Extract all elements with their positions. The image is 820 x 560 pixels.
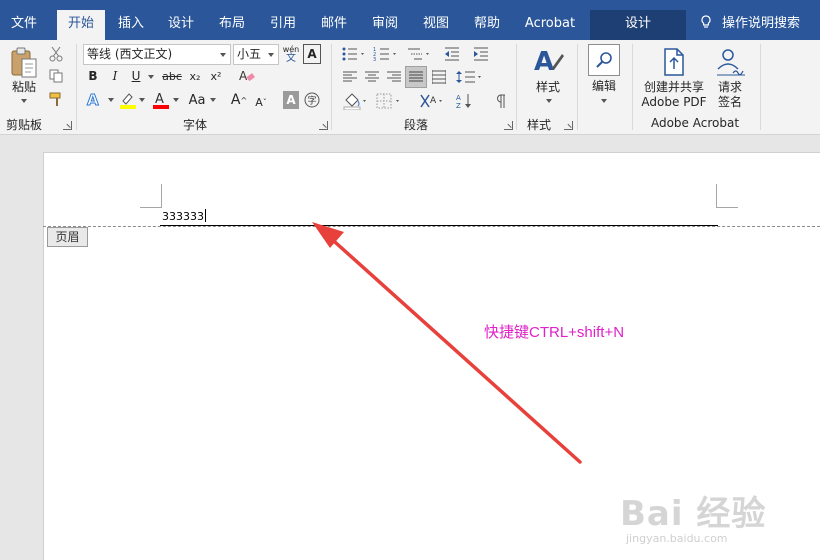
shortcut-annotation: 快捷键CTRL+shift+N [484, 324, 625, 341]
watermark-brand: Bai 经验 [620, 494, 767, 534]
annotation-arrow [312, 222, 582, 464]
baidu-watermark: Bai 经验 jingyan.baidu.com [620, 486, 767, 545]
watermark-url: jingyan.baidu.com [626, 532, 728, 545]
